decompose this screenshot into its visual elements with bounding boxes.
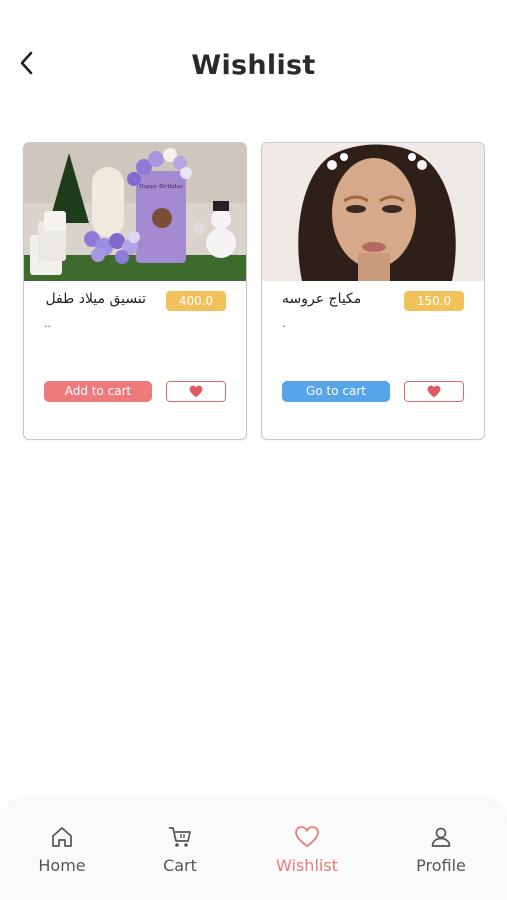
nav-cart[interactable]: Cart	[135, 822, 225, 875]
product-description: ..	[44, 317, 51, 330]
price-badge: 400.0	[166, 291, 226, 311]
heart-outline-icon	[295, 826, 319, 848]
nav-wishlist[interactable]: Wishlist	[262, 822, 352, 875]
cart-icon	[169, 827, 191, 847]
birthday-board-text: Happy Birthday	[139, 184, 184, 190]
nav-home[interactable]: Home	[17, 822, 107, 875]
product-image[interactable]: Happy Birthday	[24, 143, 246, 281]
home-icon	[52, 827, 72, 847]
product-name: تنسيق ميلاد طفل	[45, 291, 146, 307]
nav-cart-label: Cart	[163, 856, 197, 875]
nav-profile[interactable]: Profile	[396, 822, 486, 875]
price-badge: 150.0	[404, 291, 464, 311]
go-to-cart-button[interactable]: Go to cart	[282, 381, 390, 402]
wishlist-item-card[interactable]: Happy Birthday 400.0 تنسيق ميلاد طفل .. …	[23, 142, 247, 440]
add-to-cart-button[interactable]: Add to cart	[44, 381, 152, 402]
heart-icon	[189, 385, 203, 398]
heart-icon	[427, 385, 441, 398]
wishlist-heart-button[interactable]	[166, 381, 226, 402]
bottom-navigation: Home Cart Wishlist Profile	[0, 800, 507, 900]
nav-home-label: Home	[38, 856, 86, 875]
nav-wishlist-label: Wishlist	[276, 856, 338, 875]
header: Wishlist	[0, 0, 507, 110]
product-name: مكياج عروسه	[282, 291, 362, 307]
wishlist-item-card[interactable]: 150.0 مكياج عروسه . Go to cart	[261, 142, 485, 440]
product-description: .	[282, 317, 286, 330]
user-icon	[431, 827, 451, 847]
page-title: Wishlist	[191, 50, 316, 81]
nav-profile-label: Profile	[416, 856, 466, 875]
wishlist-heart-button[interactable]	[404, 381, 464, 402]
product-image[interactable]	[262, 143, 484, 281]
